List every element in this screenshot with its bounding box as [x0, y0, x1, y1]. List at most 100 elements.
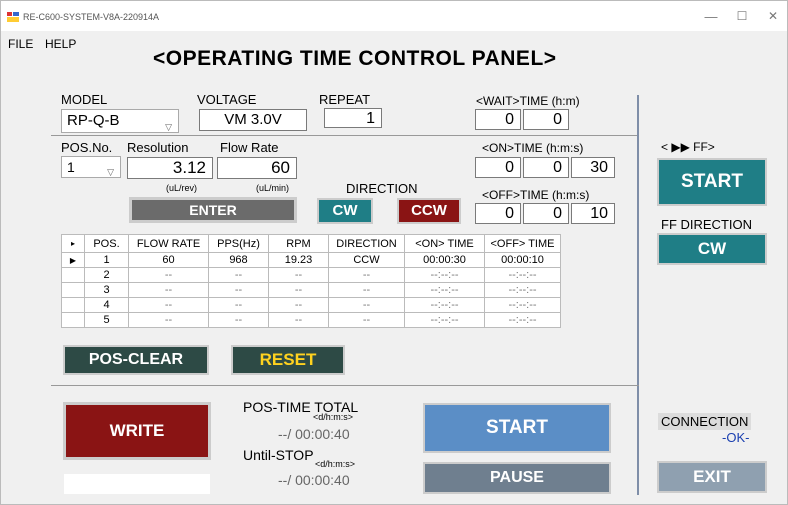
table-cell: --	[208, 312, 269, 328]
model-label: MODEL	[61, 92, 108, 107]
pos-clear-button[interactable]: POS-CLEAR	[63, 345, 209, 375]
column-header[interactable]: FLOW RATE	[128, 234, 209, 253]
exit-button[interactable]: EXIT	[657, 461, 767, 493]
start-button[interactable]: START	[423, 403, 611, 453]
table-header-row: ▸ POS. FLOW RATE PPS(Hz) RPM DIRECTION <…	[61, 234, 561, 253]
row-selector	[61, 282, 85, 298]
on-time-label: <ON>TIME (h:m:s)	[482, 141, 584, 155]
app-window: RE-C600-SYSTEM-V8A-220914A — ☐ ✕ FILE HE…	[0, 0, 788, 505]
table-row[interactable]: ▶ 1 60 968 19.23 CCW 00:00:30 00:00:10	[61, 252, 561, 268]
table-cell: 60	[128, 252, 209, 268]
table-cell: --:--:--	[484, 297, 561, 313]
column-header[interactable]: DIRECTION	[328, 234, 405, 253]
title-bar: RE-C600-SYSTEM-V8A-220914A — ☐ ✕	[1, 1, 787, 31]
on-minutes-input[interactable]: 0	[523, 157, 569, 178]
pos-time-total-value: --/ 00:00:40	[278, 426, 350, 442]
enter-button[interactable]: ENTER	[129, 197, 297, 223]
off-time-label: <OFF>TIME (h:m:s)	[482, 188, 590, 202]
off-minutes-input[interactable]: 0	[523, 203, 569, 224]
table-row[interactable]: 5 -- -- -- -- --:--:-- --:--:--	[61, 312, 561, 328]
ccw-button[interactable]: CCW	[397, 198, 461, 224]
table-cell: --	[268, 297, 329, 313]
row-selector-icon: ▶	[61, 252, 85, 268]
table-cell: --:--:--	[404, 267, 485, 283]
table-cell: 968	[208, 252, 269, 268]
table-cell: --	[268, 282, 329, 298]
ff-direction-cw-button[interactable]: CW	[657, 233, 767, 265]
off-seconds-input[interactable]: 10	[571, 203, 615, 224]
table-cell: --	[268, 267, 329, 283]
column-header[interactable]: RPM	[268, 234, 329, 253]
divider	[51, 385, 639, 386]
on-seconds-input[interactable]: 30	[571, 157, 615, 178]
table-cell: --:--:--	[404, 282, 485, 298]
until-stop-value: --/ 00:00:40	[278, 472, 350, 488]
vertical-divider	[637, 95, 639, 495]
minimize-icon[interactable]: —	[701, 9, 721, 24]
direction-label: DIRECTION	[346, 181, 418, 196]
table-row[interactable]: 2 -- -- -- -- --:--:-- --:--:--	[61, 267, 561, 283]
table-cell: --:--:--	[404, 297, 485, 313]
menu-file[interactable]: FILE	[8, 37, 33, 51]
flow-rate-unit: (uL/min)	[256, 183, 290, 193]
maximize-icon[interactable]: ☐	[732, 9, 752, 23]
column-header[interactable]: <OFF> TIME	[484, 234, 561, 253]
model-select[interactable]: RP-Q-B ▽	[61, 109, 179, 133]
table-cell: 00:00:10	[484, 252, 561, 268]
wait-minutes-input[interactable]: 0	[523, 109, 569, 130]
flow-rate-input[interactable]: 60	[217, 157, 297, 179]
column-header[interactable]: PPS(Hz)	[208, 234, 269, 253]
table-row[interactable]: 3 -- -- -- -- --:--:-- --:--:--	[61, 282, 561, 298]
voltage-label: VOLTAGE	[197, 92, 257, 107]
chevron-down-icon: ▽	[107, 167, 114, 177]
table-cell: --	[128, 282, 209, 298]
column-header[interactable]: <ON> TIME	[404, 234, 485, 253]
table-cell: --:--:--	[404, 312, 485, 328]
menu-help[interactable]: HELP	[45, 37, 76, 51]
off-hours-input[interactable]: 0	[475, 203, 521, 224]
table-cell: --	[328, 312, 405, 328]
table-cell: 1	[84, 252, 129, 268]
table-cell: --	[128, 312, 209, 328]
pos-time-total-unit: <d/h:m:s>	[313, 412, 354, 422]
cw-button[interactable]: CW	[317, 198, 373, 224]
connection-label: CONNECTION	[658, 413, 752, 430]
voltage-value: VM 3.0V	[199, 109, 307, 131]
flow-rate-label: Flow Rate	[220, 140, 279, 155]
reset-button[interactable]: RESET	[231, 345, 345, 375]
table-cell: --:--:--	[484, 282, 561, 298]
table-cell: 19.23	[268, 252, 329, 268]
table-cell: --	[128, 267, 209, 283]
repeat-input[interactable]: 1	[324, 108, 382, 128]
column-header[interactable]: POS.	[84, 234, 129, 253]
table-cell: 00:00:30	[404, 252, 485, 268]
until-stop-unit: <d/h:m:s>	[315, 459, 356, 469]
table-cell: --	[208, 267, 269, 283]
on-hours-input[interactable]: 0	[475, 157, 521, 178]
table-cell: CCW	[328, 252, 405, 268]
connection-status: -OK-	[722, 430, 750, 445]
ff-start-button[interactable]: START	[657, 158, 767, 206]
divider	[51, 135, 639, 136]
close-icon[interactable]: ✕	[763, 9, 783, 23]
table-cell: 5	[84, 312, 129, 328]
row-selector-header: ▸	[61, 234, 85, 253]
wait-hours-input[interactable]: 0	[475, 109, 521, 130]
resolution-label: Resolution	[127, 140, 189, 155]
table-cell: --:--:--	[484, 312, 561, 328]
write-button[interactable]: WRITE	[63, 402, 211, 460]
repeat-label: REPEAT	[319, 92, 371, 107]
resolution-unit: (uL/rev)	[166, 183, 198, 193]
fast-forward-label: < ▶▶ FF>	[661, 140, 715, 154]
table-cell: --	[208, 297, 269, 313]
pos-no-select[interactable]: 1 ▽	[61, 156, 121, 178]
pause-button[interactable]: PAUSE	[423, 462, 611, 494]
table-cell: --:--:--	[484, 267, 561, 283]
pos-no-value: 1	[67, 159, 75, 175]
panel-title: <OPERATING TIME CONTROL PANEL>	[153, 47, 557, 70]
wait-time-label: <WAIT>TIME (h:m)	[476, 94, 580, 108]
table-cell: --	[328, 282, 405, 298]
table-row[interactable]: 4 -- -- -- -- --:--:-- --:--:--	[61, 297, 561, 313]
app-icon	[7, 12, 19, 22]
resolution-input[interactable]: 3.12	[127, 157, 213, 179]
